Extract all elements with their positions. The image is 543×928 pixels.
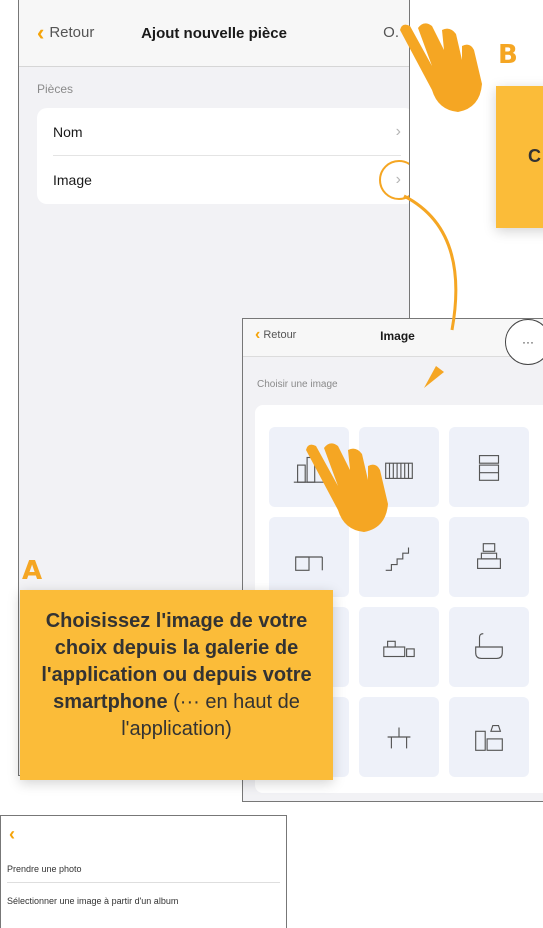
more-options-button[interactable]: ··· [505, 319, 543, 365]
bed-table-icon [383, 640, 415, 658]
step-letter-b: B [498, 40, 518, 70]
city-tile[interactable] [269, 427, 349, 507]
callout-b-text: C [528, 146, 541, 166]
stairs-tile[interactable] [359, 517, 439, 597]
pointing-hand-icon [400, 23, 482, 112]
dresser-tile[interactable] [449, 427, 529, 507]
desk-tile[interactable] [269, 517, 349, 597]
chevron-right-icon: › [395, 122, 401, 140]
callout-a: Choisissez l'image de votre choix depuis… [20, 590, 333, 780]
ok-button[interactable]: O. [383, 24, 399, 41]
dining-table-icon [387, 727, 411, 749]
room-form-card: Nom › Image › [37, 108, 409, 204]
image-row[interactable]: Image › [53, 156, 401, 204]
city-icon [293, 456, 325, 483]
navbar: ‹ Retour Image [243, 319, 543, 357]
section-label: Pièces [37, 82, 74, 96]
page-title: Image [380, 329, 415, 343]
name-row[interactable]: Nom › [53, 108, 401, 156]
crib-tile[interactable] [359, 427, 439, 507]
bed-table-tile[interactable] [359, 607, 439, 687]
connector-arrow [403, 194, 458, 331]
bathtub-tile[interactable] [449, 607, 529, 687]
name-label: Nom [53, 123, 83, 140]
crib-icon [385, 462, 413, 479]
sofa-icon [477, 543, 501, 569]
dresser-icon [478, 455, 500, 481]
sofa-tile[interactable] [449, 517, 529, 597]
dining-table-tile[interactable] [359, 697, 439, 777]
section-label: Choisir une image [257, 379, 338, 390]
select-album-option[interactable]: Sélectionner une image à partir d'un alb… [7, 896, 280, 906]
stairs-icon [385, 547, 410, 571]
bathtub-icon [475, 633, 503, 659]
kitchen-tile[interactable] [449, 697, 529, 777]
page-title: Ajout nouvelle pièce [141, 25, 287, 42]
take-photo-option[interactable]: Prendre une photo [7, 864, 280, 883]
step-letter-a: A [22, 556, 43, 586]
callout-b: C [496, 86, 543, 228]
navbar: ‹ Retour Ajout nouvelle pièce O. [19, 0, 409, 67]
desk-icon [295, 556, 323, 571]
image-source-sheet: ‹ Prendre une photo Sélectionner une ima… [0, 815, 287, 928]
chevron-left-icon[interactable]: ‹ [9, 824, 15, 845]
image-label: Image [53, 172, 92, 188]
kitchen-icon [475, 725, 503, 751]
